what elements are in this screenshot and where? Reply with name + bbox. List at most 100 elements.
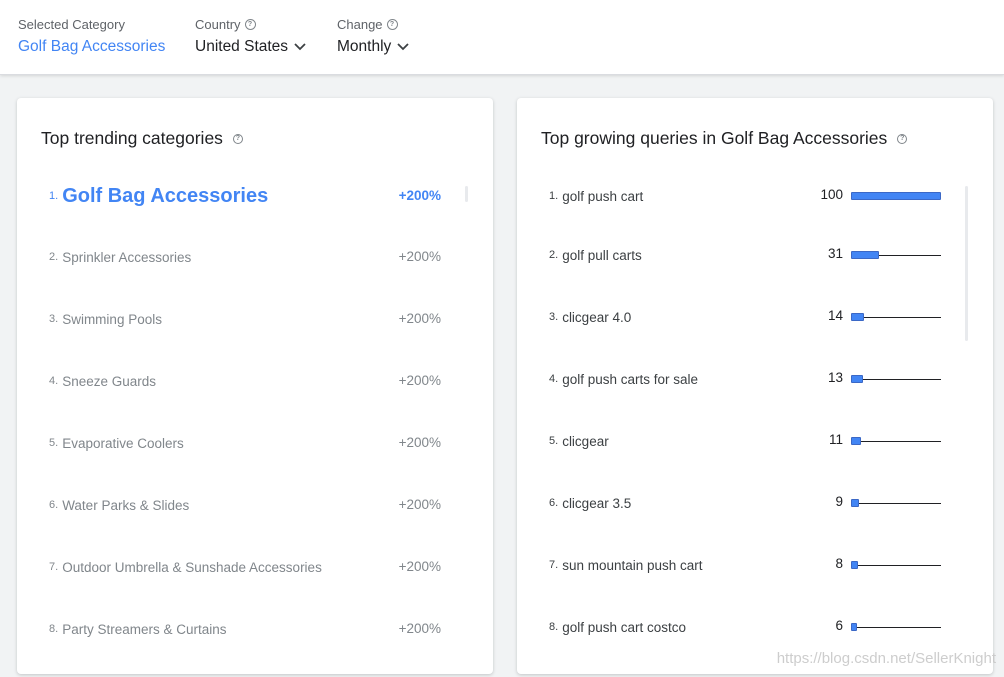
query-item[interactable]: 2. golf pull carts <box>549 243 642 267</box>
category-change: +200% <box>398 559 441 574</box>
query-value: 9 <box>835 494 843 509</box>
query-rank: 8. <box>549 621 559 633</box>
category-name: Golf Bag Accessories <box>62 184 269 207</box>
query-value: 31 <box>827 246 843 261</box>
category-change: +200% <box>398 497 441 512</box>
query-rank: 4. <box>549 373 559 385</box>
query-name: sun mountain push cart <box>562 557 703 573</box>
query-item[interactable]: 8. golf push cart costco <box>549 615 686 639</box>
category-item[interactable]: 7. Outdoor Umbrella & Sunshade Accessorie… <box>49 555 322 579</box>
growing-queries-card: Top growing queries in Golf Bag Accessor… <box>517 98 993 674</box>
query-bar <box>851 375 863 383</box>
query-bar <box>851 313 864 321</box>
query-rank: 6. <box>549 497 559 509</box>
change-dropdown[interactable]: Monthly <box>337 36 409 58</box>
scrollbar[interactable] <box>965 186 968 341</box>
category-name: Sneeze Guards <box>62 373 156 389</box>
trending-categories-card: Top trending categories ? 1. Golf Bag Acc… <box>17 98 493 674</box>
queries-card-title: Top growing queries in Golf Bag Accessor… <box>541 128 888 148</box>
category-item[interactable]: 4. Sneeze Guards <box>49 369 156 393</box>
category-rank: 2. <box>49 251 59 263</box>
category-rank: 8. <box>49 623 59 635</box>
query-name: golf pull carts <box>562 247 642 263</box>
scrollbar[interactable] <box>465 186 468 202</box>
query-bar-track <box>851 627 941 628</box>
query-item[interactable]: 4. golf push carts for sale <box>549 367 698 391</box>
query-rank: 2. <box>549 249 559 261</box>
category-change: +200% <box>398 249 441 264</box>
help-icon[interactable]: ? <box>232 133 243 144</box>
chevron-down-icon <box>397 43 409 51</box>
category-item[interactable]: 1. Golf Bag Accessories <box>49 184 268 208</box>
help-icon[interactable]: ? <box>386 18 398 30</box>
query-value: 100 <box>820 187 843 202</box>
category-rank: 4. <box>49 375 59 387</box>
country-filter[interactable]: Country ? United States <box>195 15 306 58</box>
category-filter-value[interactable]: Golf Bag Accessories <box>18 36 165 58</box>
category-item[interactable]: 5. Evaporative Coolers <box>49 431 184 455</box>
query-rank: 5. <box>549 435 559 447</box>
query-bar-track <box>851 565 941 566</box>
help-icon[interactable]: ? <box>897 133 908 144</box>
change-filter-label: Change <box>337 16 383 32</box>
category-filter[interactable]: Selected Category Golf Bag Accessories <box>18 15 165 58</box>
query-bar <box>851 561 858 569</box>
category-item[interactable]: 3. Swimming Pools <box>49 307 162 331</box>
country-filter-value: United States <box>195 38 289 55</box>
query-value: 14 <box>827 308 843 323</box>
query-value: 11 <box>828 432 843 447</box>
chevron-down-icon <box>294 43 306 51</box>
query-bar-track <box>851 441 941 442</box>
query-bar-track <box>851 317 941 318</box>
category-name: Swimming Pools <box>62 311 162 327</box>
category-name: Party Streamers & Curtains <box>62 621 227 637</box>
query-bar-track <box>851 379 941 380</box>
change-filter-value: Monthly <box>337 38 392 55</box>
query-bar <box>851 437 861 445</box>
query-item[interactable]: 6. clicgear 3.5 <box>549 491 631 515</box>
query-rank: 7. <box>549 559 559 571</box>
category-item[interactable]: 8. Party Streamers & Curtains <box>49 617 227 641</box>
query-rank: 3. <box>549 311 559 323</box>
category-name: Sprinkler Accessories <box>62 249 192 265</box>
query-name: golf push cart <box>562 188 644 204</box>
query-rank: 1. <box>549 190 559 202</box>
query-name: golf push carts for sale <box>562 371 699 387</box>
category-rank: 7. <box>49 561 59 573</box>
query-item[interactable]: 5. clicgear <box>549 429 609 453</box>
category-change: +200% <box>398 621 441 636</box>
query-item[interactable]: 7. sun mountain push cart <box>549 553 703 577</box>
query-value: 13 <box>827 370 843 385</box>
category-filter-label: Selected Category <box>18 16 125 32</box>
category-change: +200% <box>398 311 441 326</box>
filter-bar: Selected Category Golf Bag Accessories C… <box>0 0 1004 75</box>
query-bar <box>851 499 859 507</box>
country-filter-label: Country <box>195 16 241 32</box>
query-item[interactable]: 1. golf push cart <box>549 184 643 208</box>
category-rank: 6. <box>49 499 59 511</box>
country-dropdown[interactable]: United States <box>195 36 306 58</box>
query-bar <box>851 192 941 200</box>
trending-card-title: Top trending categories <box>41 128 223 148</box>
query-value: 6 <box>835 618 843 633</box>
category-rank: 1. <box>49 190 59 202</box>
query-name: clicgear 4.0 <box>562 309 632 325</box>
category-change: +200% <box>398 435 441 450</box>
category-rank: 5. <box>49 437 59 449</box>
query-name: clicgear <box>562 433 609 449</box>
query-name: clicgear 3.5 <box>562 495 632 511</box>
category-item[interactable]: 2. Sprinkler Accessories <box>49 245 191 269</box>
query-bar-track <box>851 503 941 504</box>
category-name: Evaporative Coolers <box>62 435 184 451</box>
watermark: https://blog.csdn.net/SellerKnight <box>776 650 996 667</box>
category-change: +200% <box>398 188 441 203</box>
change-filter[interactable]: Change ? Monthly <box>337 15 409 58</box>
help-icon[interactable]: ? <box>244 18 256 30</box>
query-bar <box>851 623 857 631</box>
query-value: 8 <box>835 556 843 571</box>
category-item[interactable]: 6. Water Parks & Slides <box>49 493 189 517</box>
category-rank: 3. <box>49 313 59 325</box>
category-name: Outdoor Umbrella & Sunshade Accessories <box>62 559 322 575</box>
query-name: golf push cart costco <box>562 619 687 635</box>
query-item[interactable]: 3. clicgear 4.0 <box>549 305 631 329</box>
